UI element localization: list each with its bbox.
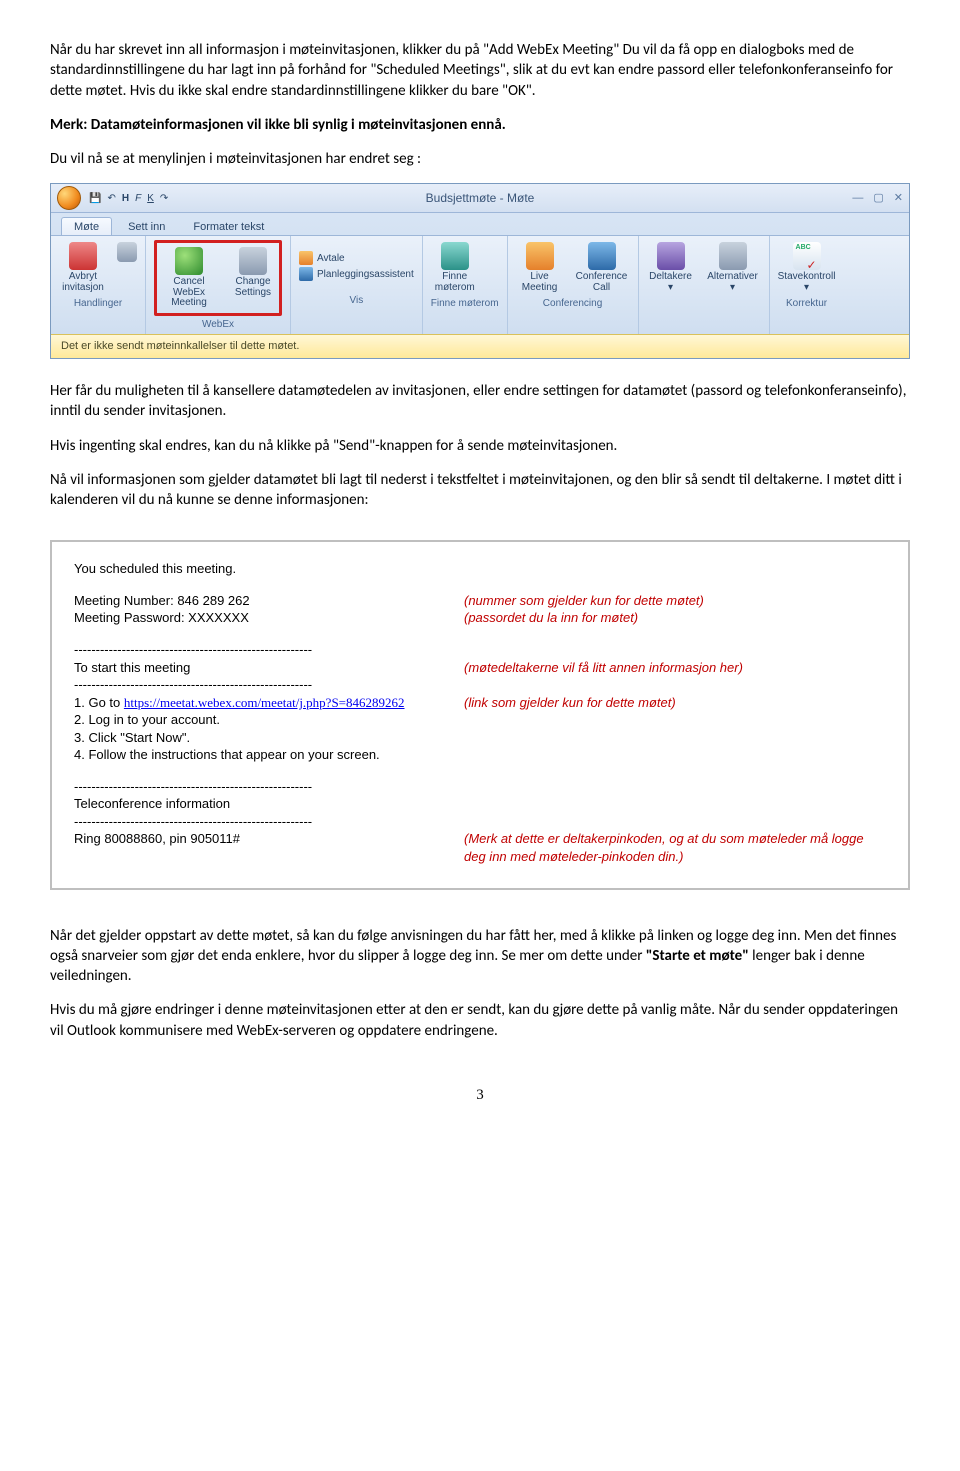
meeting-info-box: You scheduled this meeting. Meeting Numb… — [50, 540, 910, 889]
qat-item[interactable]: K — [147, 192, 154, 206]
tab-settinn[interactable]: Sett inn — [116, 218, 177, 235]
step-3: 3. Click "Start Now". — [74, 729, 886, 747]
ribbon-status-bar: Det er ikke sendt møteinnkallelser til d… — [51, 334, 909, 358]
paragraph-6: Nå vil informasjonen som gjelder datamøt… — [50, 470, 910, 511]
group-finnemoterom: Finne møterom Finne møterom — [423, 236, 508, 334]
divider: ----------------------------------------… — [74, 813, 886, 831]
group-label: Finne møterom — [431, 297, 499, 314]
group-label: Korrektur — [778, 297, 836, 314]
live-meeting-button[interactable]: Live Meeting — [516, 240, 564, 295]
step-4: 4. Follow the instructions that appear o… — [74, 746, 886, 764]
calendar-icon — [299, 251, 313, 265]
page-number: 3 — [50, 1085, 910, 1105]
cancel-webex-button[interactable]: Cancel WebEx Meeting — [159, 245, 219, 311]
qat-item[interactable]: F — [135, 192, 141, 206]
settings-icon — [239, 247, 267, 275]
step-2: 2. Log in to your account. — [74, 711, 886, 729]
group-deltakere: Deltakere ▾ Alternativer ▾ — [639, 236, 770, 334]
tab-formater[interactable]: Formater tekst — [181, 218, 276, 235]
ring-note: (Merk at dette er deltakerpinkoden, og a… — [464, 830, 886, 865]
meeting-number: Meeting Number: 846 289 262 — [74, 592, 464, 610]
paragraph-3: Du vil nå se at menylinjen i møteinvitas… — [50, 149, 910, 169]
divider: ----------------------------------------… — [74, 676, 886, 694]
meeting-password-note: (passordet du la inn for møtet) — [464, 609, 886, 627]
group-label: Conferencing — [516, 297, 630, 314]
qat-item[interactable]: H — [122, 192, 129, 206]
avtale-button[interactable]: Avtale — [299, 251, 414, 265]
people-icon — [299, 267, 313, 281]
paragraph-7: Når det gjelder oppstart av dette møtet,… — [50, 926, 910, 987]
planleggingsassistent-button[interactable]: Planleggingsassistent — [299, 267, 414, 281]
window-title-bar: 💾 ↶ H F K ↷ Budsjettmøte - Møte — ▢ ✕ — [51, 184, 909, 213]
group-label: Handlinger — [59, 297, 137, 314]
spellcheck-icon — [793, 242, 821, 270]
paragraph-4: Her får du muligheten til å kansellere d… — [50, 381, 910, 422]
avbryt-invitasjon-button[interactable]: Avbryt invitasjon — [59, 240, 107, 295]
qat-item[interactable]: ↷ — [160, 192, 168, 206]
group-vis: Avtale Planleggingsassistent Vis — [291, 236, 423, 334]
quick-access-toolbar: 💾 ↶ H F K ↷ — [89, 192, 168, 206]
meeting-number-note: (nummer som gjelder kun for dette møtet) — [464, 592, 886, 610]
box-heading: You scheduled this meeting. — [74, 560, 886, 578]
ring-number: Ring 80088860, pin 905011# — [74, 830, 464, 865]
group-label — [647, 297, 761, 314]
change-settings-button[interactable]: Change Settings — [229, 245, 277, 311]
office-orb-icon[interactable] — [57, 186, 81, 210]
schedule-button[interactable] — [117, 240, 137, 295]
paragraph-2-note: Merk: Datamøteinformasjonen vil ikke bli… — [50, 115, 910, 135]
group-webex: Cancel WebEx Meeting Change Settings Web… — [146, 236, 291, 334]
window-title: Budsjettmøte - Møte — [51, 190, 909, 206]
webex-link[interactable]: https://meetat.webex.com/meetat/j.php?S=… — [124, 695, 405, 710]
minimize-icon[interactable]: — — [852, 191, 863, 206]
group-label: WebEx — [154, 318, 282, 335]
teleconference-label: Teleconference information — [74, 795, 886, 813]
paragraph-1: Når du har skrevet inn all informasjon i… — [50, 40, 910, 101]
group-korrektur: Stavekontroll ▾ Korrektur — [770, 236, 844, 334]
group-handlinger: Avbryt invitasjon Handlinger — [51, 236, 146, 334]
paragraph-8: Hvis du må gjøre endringer i denne møtei… — [50, 1000, 910, 1041]
deltakere-button[interactable]: Deltakere ▾ — [647, 240, 695, 295]
divider: ----------------------------------------… — [74, 778, 886, 796]
cancel-icon — [69, 242, 97, 270]
conference-call-button[interactable]: Conference Call — [574, 240, 630, 295]
maximize-icon[interactable]: ▢ — [873, 191, 883, 206]
step-1-note: (link som gjelder kun for dette møtet) — [464, 694, 886, 712]
live-meeting-icon — [526, 242, 554, 270]
start-note: (møtedeltakerne vil få litt annen inform… — [464, 659, 886, 677]
ribbon-groups: Avbryt invitasjon Handlinger Cancel WebE… — [51, 236, 909, 334]
alternativer-button[interactable]: Alternativer ▾ — [705, 240, 761, 295]
outlook-ribbon: 💾 ↶ H F K ↷ Budsjettmøte - Møte — ▢ ✕ Mø… — [50, 183, 910, 359]
qat-item[interactable]: 💾 — [89, 192, 101, 206]
paragraph-5: Hvis ingenting skal endres, kan du nå kl… — [50, 436, 910, 456]
group-conferencing: Live Meeting Conference Call Conferencin… — [508, 236, 639, 334]
ribbon-tabs: Møte Sett inn Formater tekst — [51, 213, 909, 236]
stavekontroll-button[interactable]: Stavekontroll ▾ — [778, 240, 836, 295]
group-label: Vis — [299, 294, 414, 311]
qat-item[interactable]: ↶ — [107, 192, 115, 206]
attendees-icon — [657, 242, 685, 270]
meeting-password: Meeting Password: XXXXXXX — [74, 609, 464, 627]
start-label: To start this meeting — [74, 659, 464, 677]
step-1: 1. Go to https://meetat.webex.com/meetat… — [74, 694, 464, 712]
highlight-box: Cancel WebEx Meeting Change Settings — [154, 240, 282, 316]
close-icon[interactable]: ✕ — [894, 191, 903, 206]
phone-icon — [588, 242, 616, 270]
divider: ----------------------------------------… — [74, 641, 886, 659]
calendar-small-icon — [117, 242, 137, 262]
tab-mote[interactable]: Møte — [61, 217, 112, 235]
finne-moterom-button[interactable]: Finne møterom — [431, 240, 479, 295]
options-icon — [719, 242, 747, 270]
globe-icon — [175, 247, 203, 275]
room-icon — [441, 242, 469, 270]
